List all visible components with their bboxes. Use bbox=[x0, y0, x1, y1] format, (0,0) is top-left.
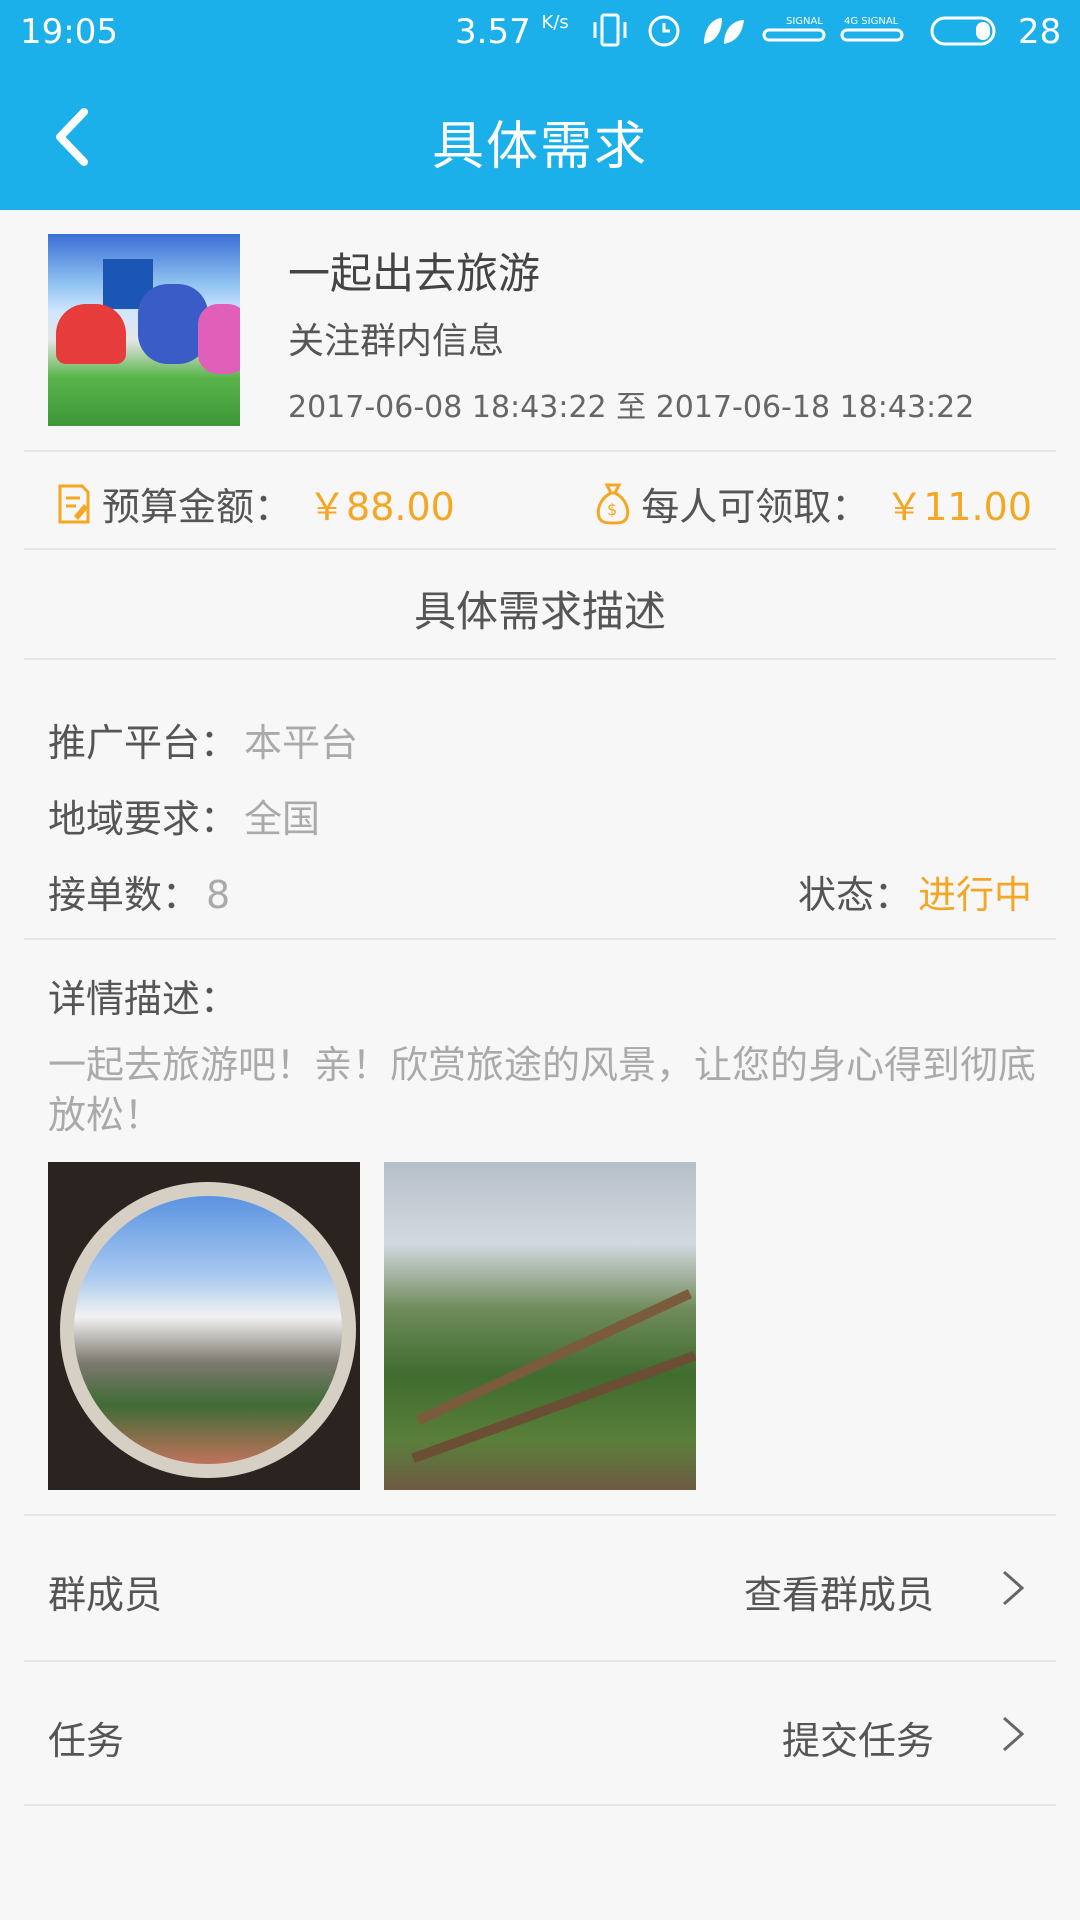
alarm-icon bbox=[648, 15, 680, 47]
signal-4g-label: 4G SIGNAL bbox=[844, 16, 899, 27]
per-person-label: 每人可领取： bbox=[641, 485, 870, 529]
per-person: $ 每人可领取： ￥11.00 bbox=[593, 476, 1032, 531]
orders-info: 接单数： 8 bbox=[48, 864, 230, 919]
status-bar: 19:05 3.57 K/s SIGNAL 4G SIGNAL 28 bbox=[0, 0, 1080, 64]
members-row[interactable]: 群成员 查看群成员 bbox=[0, 1516, 1080, 1660]
battery-icon bbox=[930, 16, 996, 46]
status-label: 状态： bbox=[797, 873, 912, 917]
detail-text: 一起去旅游吧！亲！欣赏旅途的风景，让您的身心得到彻底放松！ bbox=[48, 1043, 1037, 1137]
status-icons: SIGNAL 4G SIGNAL bbox=[590, 10, 998, 50]
divider bbox=[24, 658, 1056, 660]
signal-4g-icon: 4G SIGNAL bbox=[840, 16, 904, 42]
submit-task-link[interactable]: 提交任务 bbox=[782, 1710, 934, 1765]
network-speed-unit: K/s bbox=[541, 12, 569, 33]
orders-value: 8 bbox=[206, 873, 231, 917]
region-label: 地域要求： bbox=[48, 797, 239, 841]
signal-icon: SIGNAL bbox=[762, 16, 826, 42]
network-speed: 3.57 K/s bbox=[455, 12, 569, 52]
demand-subtitle: 关注群内信息 bbox=[288, 321, 505, 362]
thumbnail-figure-red bbox=[56, 304, 126, 364]
platform-info: 推广平台： 本平台 bbox=[48, 712, 358, 767]
thumbnail-figure-pink bbox=[198, 304, 240, 374]
region-value: 全国 bbox=[244, 797, 321, 841]
budget: 预算金额： ￥88.00 bbox=[54, 476, 455, 531]
svg-text:$: $ bbox=[607, 500, 617, 519]
demand-thumbnail[interactable] bbox=[48, 234, 240, 426]
network-speed-value: 3.57 bbox=[455, 12, 531, 52]
chevron-right-icon bbox=[1003, 1570, 1025, 1606]
view-members-link[interactable]: 查看群成员 bbox=[744, 1564, 934, 1619]
divider bbox=[24, 548, 1056, 550]
status-badge: 进行中 bbox=[917, 873, 1032, 917]
budget-icon bbox=[58, 484, 90, 523]
detail-label: 详情描述： bbox=[48, 977, 239, 1021]
vibrate-icon bbox=[593, 13, 627, 47]
platform-value: 本平台 bbox=[244, 721, 359, 765]
demand-title: 一起出去旅游 bbox=[288, 249, 541, 298]
task-label: 任务 bbox=[48, 1719, 125, 1763]
money-bag-icon: $ bbox=[597, 483, 630, 525]
divider bbox=[24, 1804, 1056, 1806]
page-title: 具体需求 bbox=[431, 117, 648, 177]
platform-label: 推广平台： bbox=[48, 721, 239, 765]
status-info: 状态： 进行中 bbox=[798, 864, 1032, 919]
budget-label: 预算金额： bbox=[102, 485, 293, 529]
task-row[interactable]: 任务 提交任务 bbox=[0, 1662, 1080, 1806]
section-title: 具体需求描述 bbox=[413, 587, 666, 636]
per-person-value: ￥11.00 bbox=[885, 485, 1032, 529]
region-info: 地域要求： 全国 bbox=[48, 788, 320, 843]
detail-photo[interactable] bbox=[48, 1162, 360, 1490]
nav-bar: 具体需求 bbox=[0, 64, 1080, 210]
orders-label: 接单数： bbox=[48, 873, 201, 917]
money-row: 预算金额： ￥88.00 $ 每人可领取： ￥11.00 bbox=[0, 452, 1080, 548]
demand-date-range: 2017-06-08 18:43:22 至 2017-06-18 18:43:2… bbox=[288, 390, 975, 425]
leaf-icon bbox=[704, 18, 744, 44]
chevron-right-icon bbox=[1003, 1716, 1025, 1752]
moon-gate-scene bbox=[60, 1182, 356, 1478]
status-time: 19:05 bbox=[20, 12, 118, 52]
divider bbox=[24, 938, 1056, 940]
battery-level: 28 bbox=[1018, 12, 1062, 52]
budget-value: ￥88.00 bbox=[308, 485, 455, 529]
members-label: 群成员 bbox=[48, 1573, 163, 1617]
detail-photo[interactable] bbox=[384, 1162, 696, 1490]
signal-label: SIGNAL bbox=[786, 16, 823, 27]
